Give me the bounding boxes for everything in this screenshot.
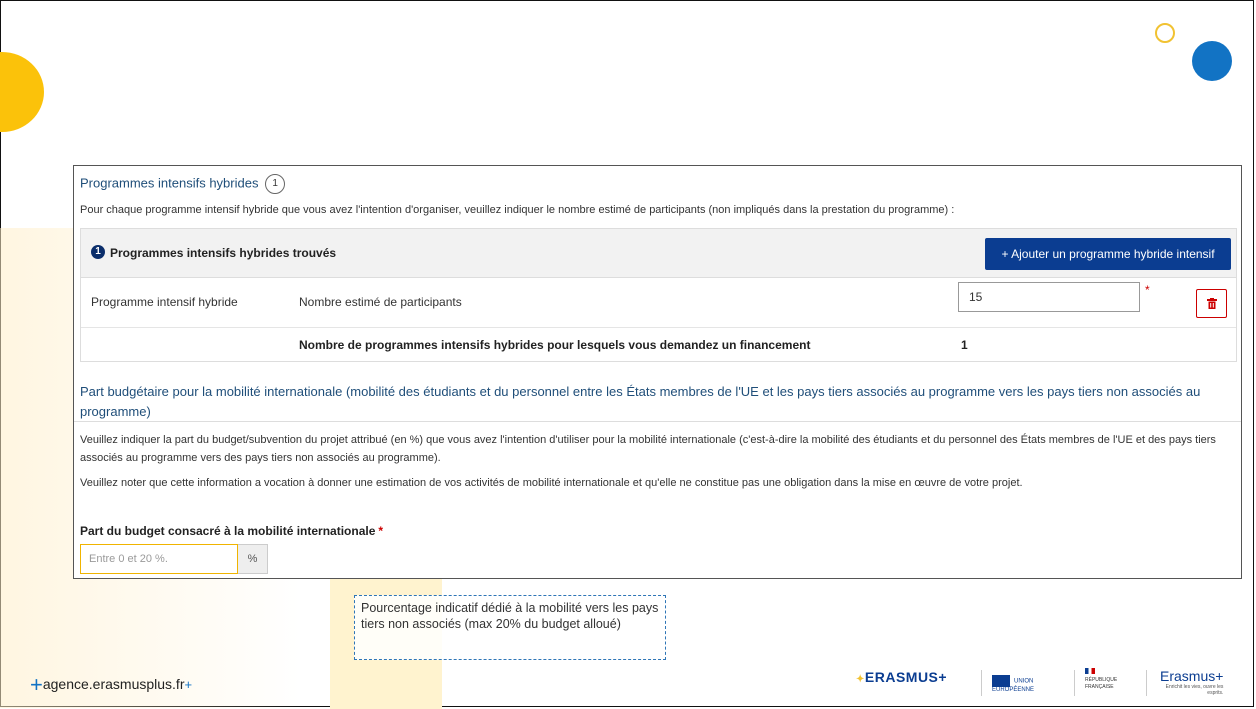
rf-logo-text: RÉPUBLIQUE FRANÇAISE [1085, 677, 1118, 690]
erasmus-plus-tagline: Enrichit les vies, ouvre les esprits. [1165, 684, 1224, 696]
section-title-text: Programmes intensifs hybrides [80, 175, 259, 191]
star-icon: ✦ [856, 674, 865, 685]
budget-field-label-text: Part du budget consacré à la mobilité in… [80, 524, 376, 538]
plus-icon: + [30, 672, 43, 697]
footer-url: +agence.erasmusplus.fr+ [30, 672, 192, 698]
programmes-found-box: 1 Programmes intensifs hybrides trouvés … [80, 228, 1237, 362]
form-screenshot-panel: Programmes intensifs hybrides 1 Pour cha… [73, 165, 1242, 579]
total-value: 1 [961, 338, 968, 352]
budget-field-label: Part du budget consacré à la mobilité in… [80, 524, 383, 538]
footer-url-text: agence.erasmusplus.fr [42, 676, 185, 692]
republique-francaise-logo: RÉPUBLIQUE FRANÇAISE [1085, 668, 1117, 691]
logo-divider [981, 670, 982, 696]
percent-unit-addon: % [238, 544, 268, 574]
logo-divider [1146, 670, 1147, 696]
decor-yellow-ring [1155, 23, 1175, 43]
budget-instructions-text: Veuillez indiquer la part du budget/subv… [80, 434, 1216, 464]
eu-logo: UNION EUROPÉENNE [992, 675, 1034, 693]
trash-icon [1206, 297, 1217, 309]
total-label: Nombre de programmes intensifs hybrides … [299, 338, 811, 352]
budget-percent-input[interactable]: Entre 0 et 20 %. [80, 544, 238, 574]
programme-name-cell: Programme intensif hybride [91, 295, 238, 309]
participants-label-cell: Nombre estimé de participants [299, 295, 462, 309]
erasmus-logo-text: ERASMUS+ [864, 669, 948, 685]
budget-note-text: Veuillez noter que cette information a v… [80, 477, 1023, 489]
annotation-callout: Pourcentage indicatif dédié à la mobilit… [354, 595, 666, 660]
section-title-hybrid-programmes: Programmes intensifs hybrides 1 [80, 174, 286, 194]
divider [74, 421, 1241, 422]
logo-divider [1074, 670, 1075, 696]
section-intro-text: Pour chaque programme intensif hybride q… [80, 204, 955, 216]
programmes-found-header: 1 Programmes intensifs hybrides trouvés … [81, 229, 1236, 278]
plus-small-icon: + [184, 677, 193, 692]
add-hybrid-programme-button[interactable]: + Ajouter un programme hybride intensif [985, 238, 1231, 270]
participants-input[interactable]: 15 [958, 282, 1140, 312]
erasmus-plus-logo: Erasmus+ Enrichit les vies, ouvre les es… [1160, 668, 1223, 696]
section-title-budget-share: Part budgétaire pour la mobilité interna… [80, 384, 1201, 419]
required-asterisk: * [1145, 283, 1150, 297]
eu-flag-icon [992, 675, 1010, 687]
french-flag-icon [1085, 668, 1095, 674]
found-label: Programmes intensifs hybrides trouvés [110, 246, 337, 260]
programme-row: Programme intensif hybride Nombre estimé… [81, 277, 1236, 328]
erasmus-plus-logo-text: Erasmus+ [1160, 668, 1224, 684]
required-asterisk: * [378, 524, 384, 538]
decor-blue-circle [1192, 41, 1232, 81]
info-badge-icon[interactable]: 1 [265, 174, 286, 194]
delete-row-button[interactable] [1196, 289, 1227, 318]
found-count-badge: 1 [91, 245, 105, 259]
total-row: Nombre de programmes intensifs hybrides … [81, 327, 1236, 362]
erasmus-france-logo: ✦ERASMUS+ [856, 669, 947, 685]
